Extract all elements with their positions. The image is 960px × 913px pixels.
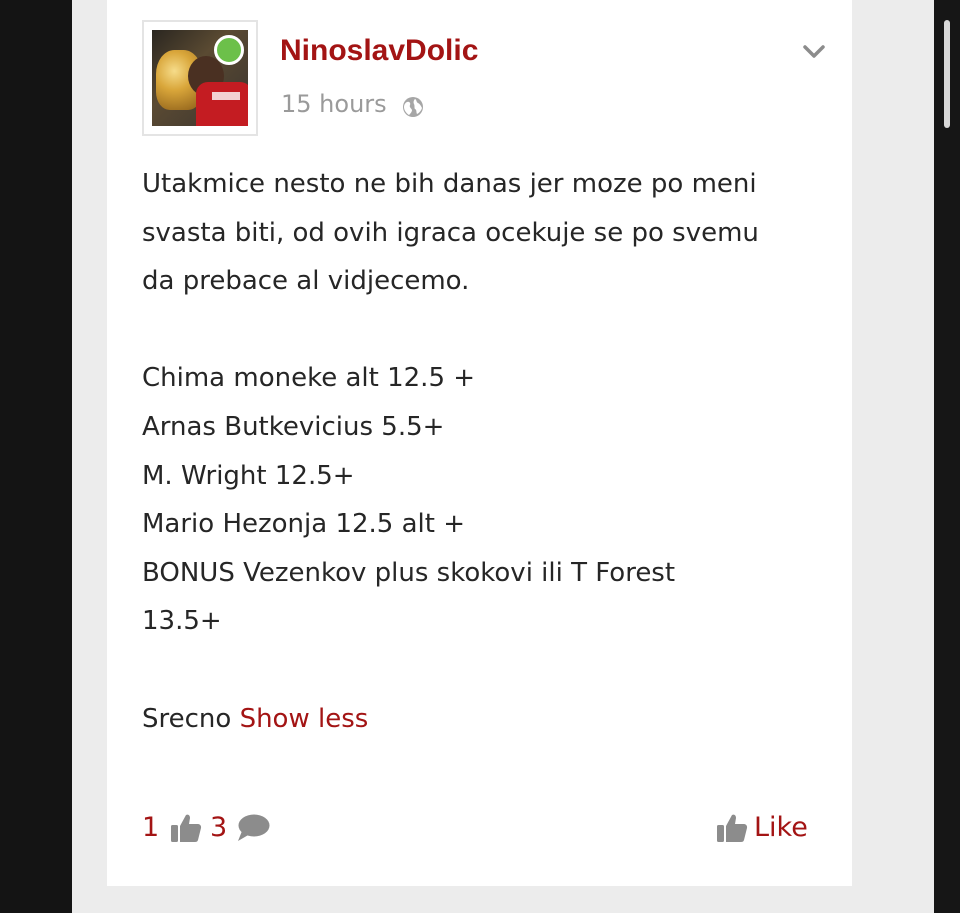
post-footer: 1 3 Like [142, 808, 812, 848]
post-blank-line [142, 306, 832, 355]
post-closing-line: Srecno Show less [142, 695, 832, 744]
online-status-indicator [214, 35, 244, 65]
thumbs-up-icon [717, 814, 748, 842]
thumbs-up-icon[interactable] [170, 812, 202, 844]
globe-icon[interactable] [402, 96, 424, 118]
show-less-link[interactable]: Show less [240, 704, 369, 734]
post-timestamp: 15 hours [281, 90, 387, 118]
post-text-line: Chima moneke alt 12.5 + [142, 363, 476, 394]
post-text-line: svasta biti, od ovih igraca ocekuje se p… [142, 217, 759, 248]
avatar-jersey-shape [196, 82, 248, 126]
post-text-line: BONUS Vezenkov plus skokovi ili T Forest [142, 557, 676, 588]
device-frame-left [0, 0, 72, 913]
like-button[interactable]: Like [716, 808, 812, 848]
avatar[interactable] [142, 20, 258, 136]
post-text-line: da prebace al vidjecemo. [142, 266, 470, 297]
post-text-line: Arnas Butkevicius 5.5+ [142, 411, 445, 442]
post-text-line: M. Wright 12.5+ [142, 460, 355, 491]
speech-bubble-icon[interactable] [236, 813, 270, 843]
like-button-label: Like [754, 812, 808, 843]
scrollbar-thumb[interactable] [944, 20, 950, 128]
likes-count[interactable]: 1 [142, 808, 159, 848]
post-blank-line [142, 646, 832, 695]
post-body: Utakmice nesto ne bih danas jer moze po … [142, 160, 832, 743]
device-frame-right [934, 0, 960, 913]
post-text-line: Utakmice nesto ne bih danas jer moze po … [142, 169, 757, 199]
post-text-line: Srecno [142, 703, 232, 734]
post-text-line: 13.5+ [142, 606, 222, 637]
author-name-link[interactable]: NinoslavDolic [280, 34, 478, 68]
chevron-down-icon[interactable] [802, 42, 826, 62]
comments-count[interactable]: 3 [210, 808, 227, 848]
post-text-line: Mario Hezonja 12.5 alt + [142, 509, 466, 540]
avatar-jersey-detail [212, 92, 240, 100]
